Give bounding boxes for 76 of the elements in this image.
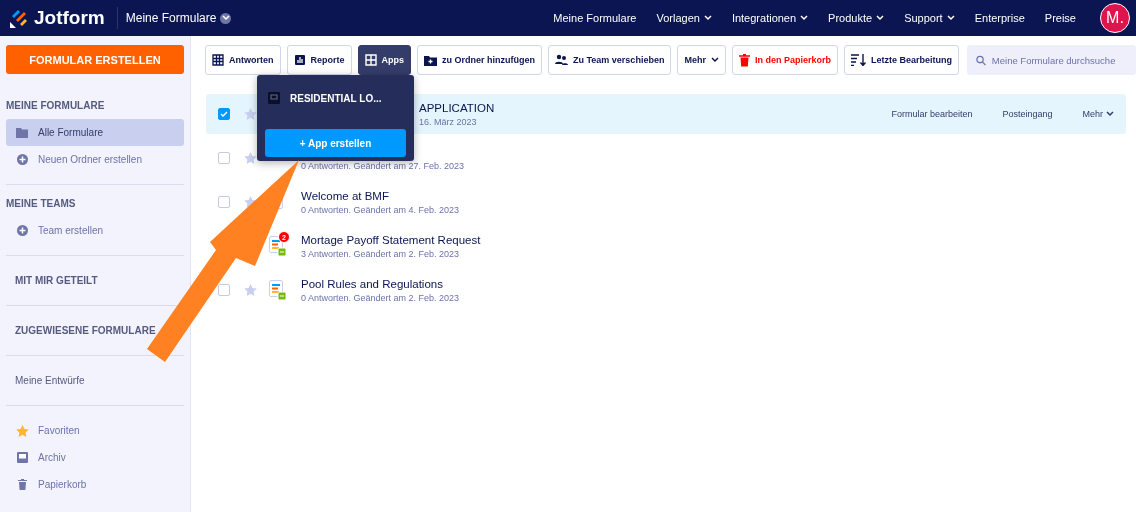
form-icon: [269, 280, 286, 300]
section-heading: MEINE TEAMS: [6, 197, 77, 211]
folder-add-icon: [424, 54, 437, 66]
nav-link[interactable]: Meine Formulare: [553, 12, 637, 24]
grid-icon: [212, 54, 224, 66]
star-icon[interactable]: [244, 284, 257, 296]
nav-link[interactable]: Preise: [1044, 12, 1076, 24]
toolbar-button[interactable]: Letzte Bearbeitung: [843, 45, 959, 75]
add-icon: [16, 154, 28, 165]
form-title[interactable]: Welcome at BMF: [301, 189, 460, 202]
sidebar-link[interactable]: MIT MIR GETEILT: [15, 275, 98, 286]
workspace-title[interactable]: Meine Formulare: [125, 11, 217, 25]
team-icon: [555, 54, 568, 66]
trash-icon: [17, 479, 27, 490]
star-icon: [15, 424, 29, 437]
form-meta: 0 Antworten. Geändert am 4. Feb. 2023: [301, 204, 460, 215]
row-action-link[interactable]: Posteingang: [1002, 109, 1053, 119]
toolbar-button[interactable]: Zu Team verschieben: [548, 45, 672, 75]
caret-icon: [703, 15, 712, 21]
toolbar-button[interactable]: zu Ordner hinzufügen: [417, 45, 542, 75]
sidebar-link[interactable]: ZUGEWIESENE FORMULARE: [15, 325, 156, 336]
checkbox[interactable]: [218, 196, 230, 208]
form-meta: 0 Antworten. Geändert am 27. Feb. 2023: [301, 161, 465, 171]
logo-icon: [10, 8, 28, 28]
chart-icon: [293, 54, 306, 66]
sidebar-item[interactable]: Favoriten: [6, 417, 184, 444]
search-field[interactable]: Meine Formulare durchsuche: [966, 45, 1136, 75]
sidebar-item[interactable]: Alle Formulare: [6, 119, 184, 146]
dropdown-icon[interactable]: [220, 12, 232, 24]
caret-icon: [710, 57, 719, 63]
toolbar-button[interactable]: Reporte: [286, 45, 352, 75]
form-meta: 0 Antworten. Geändert am 2. Feb. 2023: [301, 292, 460, 303]
sidebar-item[interactable]: Team erstellen: [6, 217, 184, 244]
nav-link[interactable]: Vorlagen: [656, 12, 712, 24]
brand-name[interactable]: Jotform: [34, 7, 105, 29]
form-meta: 16. März 2023: [419, 116, 478, 127]
checkbox[interactable]: [218, 152, 230, 164]
checkbox[interactable]: [218, 108, 230, 120]
star-icon[interactable]: [244, 152, 257, 164]
row-action-link[interactable]: Mehr: [1082, 109, 1114, 119]
caret-icon: [800, 15, 809, 21]
sidebar-link[interactable]: Meine Entwürfe: [15, 375, 85, 386]
sidebar-item[interactable]: Papierkorb: [6, 471, 184, 498]
sidebar-item[interactable]: Neuen Ordner erstellen: [6, 146, 184, 173]
checkbox[interactable]: [218, 284, 230, 296]
nav-link[interactable]: Integrationen: [731, 12, 809, 24]
caret-icon: [946, 15, 955, 21]
toolbar-button[interactable]: In den Papierkorb: [731, 45, 838, 75]
section-heading: MEINE FORMULARE: [6, 99, 106, 113]
app-icon: [268, 92, 280, 104]
caret-icon: [221, 15, 230, 21]
form-title[interactable]: Mortage Payoff Statement Request: [301, 233, 481, 246]
apps-icon: [364, 54, 377, 66]
caret-icon: [1106, 111, 1114, 117]
app-name[interactable]: RESIDENTIAL LO...: [290, 92, 382, 104]
nav-link[interactable]: Support: [904, 12, 955, 24]
caret-icon: [876, 15, 885, 21]
folder-icon: [16, 127, 28, 138]
search-input[interactable]: Meine Formulare durchsuche: [991, 54, 1136, 66]
sort-icon: [850, 54, 866, 66]
form-title[interactable]: APPLICATION: [419, 101, 495, 114]
row-action-link[interactable]: Formular bearbeiten: [891, 109, 973, 119]
form-meta: 3 Antworten. Geändert am 2. Feb. 2023: [301, 248, 461, 259]
toolbar-button[interactable]: Apps: [357, 45, 411, 75]
inbox-icon: [16, 452, 28, 463]
search-icon: [975, 54, 986, 66]
toolbar-button[interactable]: Mehr: [677, 45, 726, 75]
nav-link[interactable]: Produkte: [828, 12, 885, 24]
form-title[interactable]: Pool Rules and Regulations: [301, 277, 460, 290]
toolbar-button[interactable]: Antworten: [205, 45, 281, 75]
add-icon: [16, 225, 28, 236]
trash-icon: [738, 53, 750, 67]
avatar[interactable]: M.: [1100, 3, 1130, 33]
nav-link[interactable]: Enterprise: [974, 12, 1025, 24]
star-icon[interactable]: [244, 108, 257, 120]
sidebar-item[interactable]: Archiv: [6, 444, 184, 471]
